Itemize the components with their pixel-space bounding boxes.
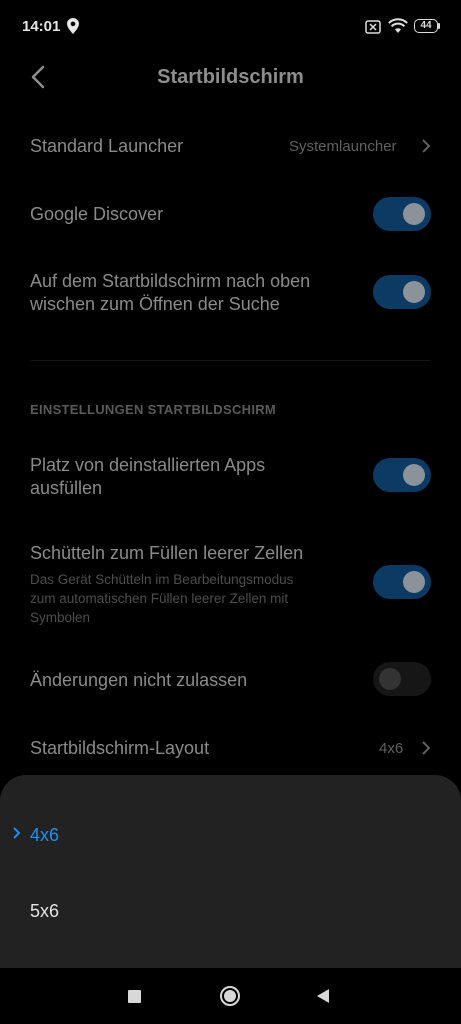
layout-options-sheet: 4x6 5x6 [0, 775, 461, 968]
swipe-search-toggle[interactable] [373, 275, 431, 309]
chevron-right-icon [422, 139, 431, 153]
shake-fill-description: Das Gerät Schütteln im Bearbeitungsmodus… [30, 570, 365, 627]
toggle-knob [403, 203, 425, 225]
page-title: Startbildschirm [157, 66, 304, 88]
battery-indicator: 44 [414, 19, 438, 33]
shake-fill-desc-line3: Symbolen [30, 610, 91, 625]
layout-label: Startbildschirm-Layout [30, 738, 210, 758]
lock-changes-label: Änderungen nicht zulassen [30, 670, 248, 690]
layout-value: 4x6 [379, 740, 404, 757]
layout-option-4x6[interactable]: 4x6 [30, 825, 59, 846]
location-icon [67, 18, 79, 34]
no-sim-icon [365, 20, 381, 34]
navigation-bar [0, 968, 461, 1024]
toggle-knob [403, 281, 425, 303]
swipe-search-label-line1: Auf dem Startbildschirm nach oben [30, 271, 311, 291]
status-bar: 14:01 44 [0, 0, 461, 56]
selected-chevron-icon [13, 827, 21, 839]
toggle-knob [403, 464, 425, 486]
home-icon[interactable] [219, 985, 241, 1007]
toggle-knob [403, 571, 425, 593]
battery-level: 44 [420, 20, 432, 31]
fill-uninstalled-toggle[interactable] [373, 458, 431, 492]
google-discover-toggle[interactable] [373, 197, 431, 231]
swipe-search-label-line2: wischen zum Öffnen der Suche [30, 294, 280, 314]
fill-uninstalled-label-line1: Platz von deinstallierten Apps [30, 455, 266, 475]
wifi-icon [388, 18, 408, 33]
default-launcher-label: Standard Launcher [30, 136, 184, 156]
chevron-right-icon [422, 741, 431, 755]
default-launcher-value: Systemlauncher [289, 138, 397, 155]
google-discover-label: Google Discover [30, 204, 164, 224]
layout-option-5x6[interactable]: 5x6 [30, 901, 59, 922]
status-time: 14:01 [22, 18, 61, 35]
back-triangle-icon[interactable] [316, 988, 330, 1004]
lock-changes-toggle[interactable] [373, 662, 431, 696]
fill-uninstalled-label-line2: ausfüllen [30, 478, 103, 498]
shake-fill-label: Schütteln zum Füllen leerer Zellen [30, 543, 304, 563]
battery-tip [438, 23, 440, 29]
section-header: EINSTELLUNGEN STARTBILDSCHIRM [30, 402, 277, 417]
recents-icon[interactable] [128, 990, 141, 1003]
shake-fill-desc-line1: Das Gerät Schütteln im Bearbeitungsmodus [30, 572, 294, 587]
shake-fill-desc-line2: zum automatischen Füllen leerer Zellen m… [30, 591, 289, 606]
toggle-knob [379, 668, 401, 690]
divider [30, 360, 431, 361]
app-bar: Startbildschirm [0, 56, 461, 100]
shake-fill-toggle[interactable] [373, 565, 431, 599]
